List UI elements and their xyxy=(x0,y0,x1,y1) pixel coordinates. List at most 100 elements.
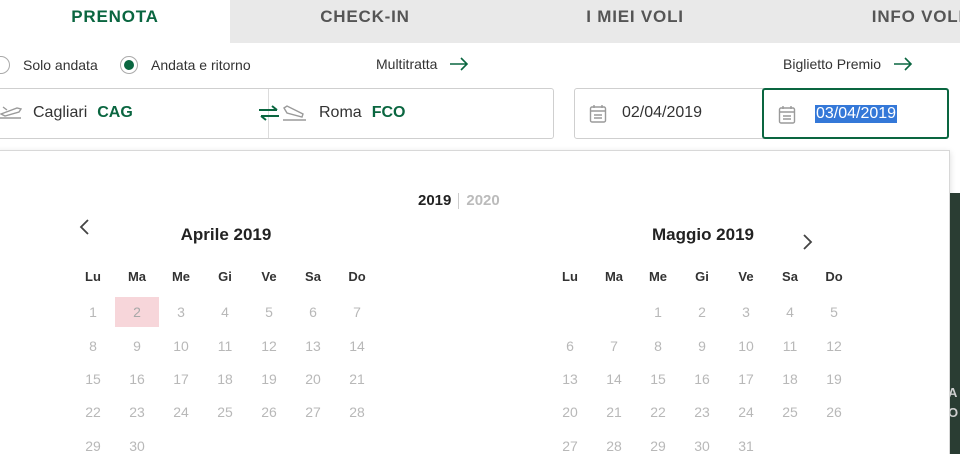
calendar-day[interactable]: 7 xyxy=(335,297,379,327)
calendar-day[interactable]: 8 xyxy=(636,331,680,361)
calendar-day[interactable]: 9 xyxy=(115,331,159,361)
award-ticket-link[interactable]: Biglietto Premio xyxy=(783,56,913,72)
weekday-header: Do xyxy=(348,269,366,284)
calendar-day[interactable]: 9 xyxy=(680,331,724,361)
calendar-day[interactable]: 16 xyxy=(680,364,724,394)
origin-city: Cagliari xyxy=(33,104,88,121)
calendar-day[interactable]: 17 xyxy=(159,364,203,394)
year-switcher: 2019 2020 xyxy=(418,192,500,209)
weekday-header: Lu xyxy=(562,269,578,284)
calendar-day[interactable]: 18 xyxy=(203,364,247,394)
background-image-strip: AO xyxy=(950,193,960,454)
calendar-day[interactable]: 27 xyxy=(548,431,592,454)
year-2020[interactable]: 2020 xyxy=(466,192,499,209)
tab-i-miei-voli[interactable]: I MIEI VOLI xyxy=(500,0,770,43)
calendar-day[interactable]: 30 xyxy=(115,431,159,454)
weekday-header: Me xyxy=(648,269,668,284)
calendar-day[interactable]: 6 xyxy=(548,331,592,361)
multi-city-link[interactable]: Multitratta xyxy=(376,56,469,72)
calendar-day[interactable]: 4 xyxy=(768,297,812,327)
calendar-day[interactable]: 5 xyxy=(812,297,856,327)
calendar-day[interactable]: 21 xyxy=(592,397,636,427)
plane-landing-icon xyxy=(281,102,309,129)
background-image-text-fragment: AO xyxy=(950,385,959,420)
calendar-day[interactable]: 11 xyxy=(768,331,812,361)
calendar-day[interactable]: 15 xyxy=(71,364,115,394)
calendar-day[interactable]: 29 xyxy=(71,431,115,454)
calendar-day[interactable]: 26 xyxy=(812,397,856,427)
calendar-day[interactable]: 22 xyxy=(71,397,115,427)
radio-one-way[interactable]: Solo andata xyxy=(0,56,98,74)
return-date-value[interactable]: 03/04/2019 xyxy=(815,105,898,123)
radio-one-way-indicator[interactable] xyxy=(0,56,10,74)
calendar-day[interactable]: 25 xyxy=(203,397,247,427)
calendar-day[interactable]: 10 xyxy=(159,331,203,361)
calendar-day[interactable]: 19 xyxy=(247,364,291,394)
calendar-day[interactable]: 3 xyxy=(724,297,768,327)
month-title-april: Aprile 2019 xyxy=(180,225,272,244)
calendar-day[interactable]: 15 xyxy=(636,364,680,394)
arrow-right-icon xyxy=(449,57,469,71)
calendar-day[interactable]: 2 xyxy=(680,297,724,327)
calendar-day[interactable]: 29 xyxy=(636,431,680,454)
calendar-day[interactable]: 21 xyxy=(335,364,379,394)
calendar-day[interactable]: 20 xyxy=(291,364,335,394)
calendar-day[interactable]: 13 xyxy=(548,364,592,394)
origin-field[interactable]: Cagliari CAG xyxy=(33,104,133,122)
chevron-left-icon[interactable] xyxy=(78,218,92,241)
calendar-day[interactable]: 14 xyxy=(592,364,636,394)
swap-icon[interactable] xyxy=(257,103,281,128)
calendar-day[interactable]: 22 xyxy=(636,397,680,427)
calendar-day[interactable]: 18 xyxy=(768,364,812,394)
radio-round-trip-indicator[interactable] xyxy=(120,56,138,74)
departure-date-field[interactable]: 02/04/2019 xyxy=(574,88,766,139)
calendar-day[interactable]: 11 xyxy=(203,331,247,361)
calendar-day[interactable]: 20 xyxy=(548,397,592,427)
calendar-day[interactable]: 10 xyxy=(724,331,768,361)
calendar-day[interactable]: 27 xyxy=(291,397,335,427)
tab-check-in[interactable]: CHECK-IN xyxy=(230,0,500,43)
calendar-day[interactable]: 30 xyxy=(680,431,724,454)
calendar-day[interactable]: 7 xyxy=(592,331,636,361)
calendar-day[interactable]: 19 xyxy=(812,364,856,394)
weekday-header: Sa xyxy=(305,269,321,284)
award-ticket-label: Biglietto Premio xyxy=(783,56,882,72)
calendar-day[interactable]: 17 xyxy=(724,364,768,394)
calendar-day[interactable]: 5 xyxy=(247,297,291,327)
return-date-field[interactable]: 03/04/2019 xyxy=(762,88,949,139)
calendar-day[interactable]: 13 xyxy=(291,331,335,361)
calendar-day[interactable]: 12 xyxy=(247,331,291,361)
calendar-day[interactable]: 14 xyxy=(335,331,379,361)
year-2019[interactable]: 2019 xyxy=(418,192,451,209)
calendar-day[interactable]: 28 xyxy=(592,431,636,454)
weekday-header: Ma xyxy=(604,269,624,284)
weekday-header: Me xyxy=(171,269,191,284)
calendar-day[interactable]: 1 xyxy=(71,297,115,327)
calendar-day[interactable]: 24 xyxy=(159,397,203,427)
tab-prenota[interactable]: PRENOTA xyxy=(0,0,230,43)
calendar-day[interactable]: 16 xyxy=(115,364,159,394)
calendar-day[interactable]: 2 xyxy=(115,297,159,327)
calendar-day[interactable]: 24 xyxy=(724,397,768,427)
weekday-header: Gi xyxy=(218,269,232,284)
radio-round-trip[interactable]: Andata e ritorno xyxy=(120,56,251,74)
calendar-day[interactable]: 23 xyxy=(680,397,724,427)
calendar-day[interactable]: 3 xyxy=(159,297,203,327)
calendar-day[interactable]: 4 xyxy=(203,297,247,327)
tab-bar: PRENOTA CHECK-IN I MIEI VOLI INFO VOLI xyxy=(0,0,960,43)
calendar-day[interactable]: 26 xyxy=(247,397,291,427)
calendar-day[interactable]: 23 xyxy=(115,397,159,427)
calendar-day[interactable]: 28 xyxy=(335,397,379,427)
calendar-day[interactable]: 25 xyxy=(768,397,812,427)
calendar-day[interactable]: 31 xyxy=(724,431,768,454)
calendar-day[interactable]: 12 xyxy=(812,331,856,361)
destination-field[interactable]: Roma FCO xyxy=(319,104,405,122)
plane-takeoff-icon xyxy=(0,102,25,129)
calendar-day[interactable]: 6 xyxy=(291,297,335,327)
calendar-day[interactable]: 8 xyxy=(71,331,115,361)
calendar-icon xyxy=(778,105,796,130)
calendar-day[interactable]: 1 xyxy=(636,297,680,327)
destination-code: FCO xyxy=(371,104,406,121)
tab-info-voli[interactable]: INFO VOLI xyxy=(770,0,960,43)
weekday-header: Gi xyxy=(695,269,709,284)
